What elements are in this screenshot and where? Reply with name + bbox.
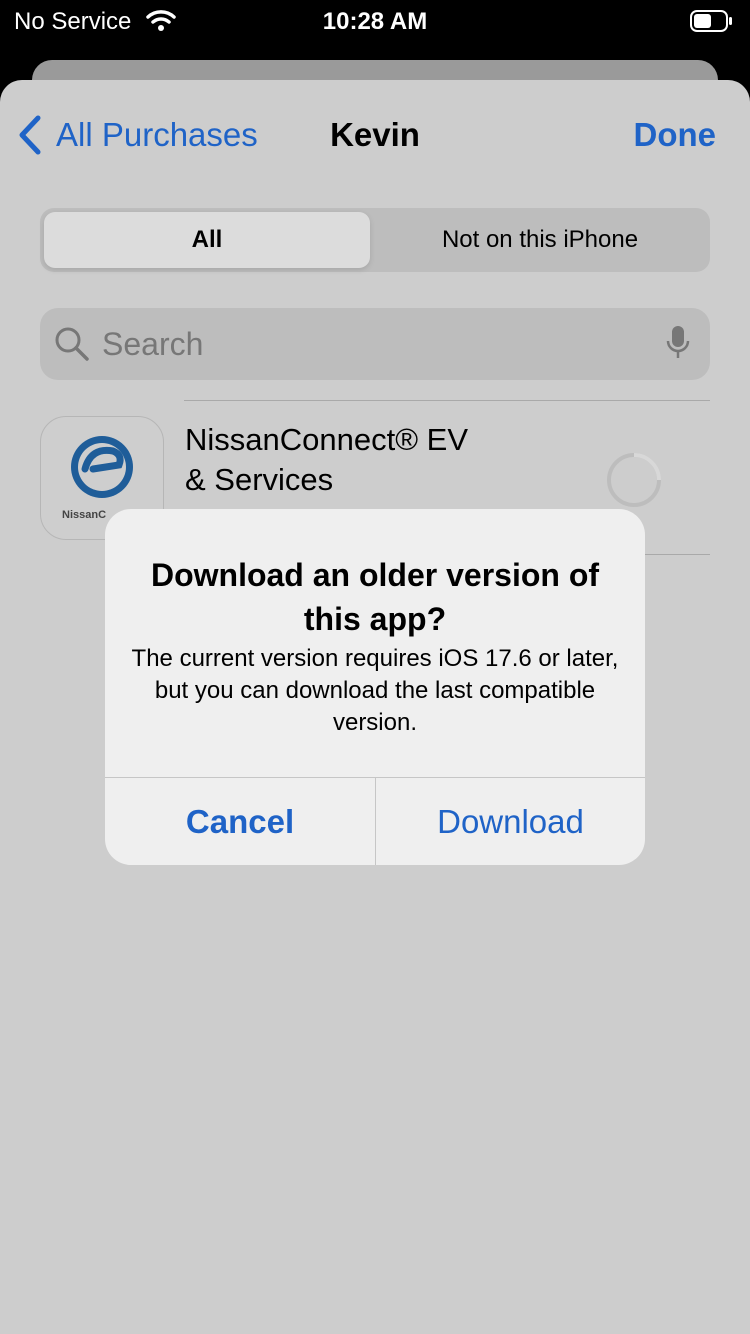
cancel-button[interactable]: Cancel: [105, 778, 375, 865]
done-button[interactable]: Done: [634, 116, 717, 154]
microphone-icon[interactable]: [666, 324, 690, 367]
alert-message: The current version requires iOS 17.6 or…: [131, 645, 619, 736]
list-divider: [184, 400, 710, 401]
clock: 10:28 AM: [322, 8, 428, 35]
segment-not-on-this-iphone[interactable]: Not on this iPhone: [374, 212, 706, 268]
download-button[interactable]: Download: [376, 778, 645, 865]
segment-all[interactable]: All: [44, 212, 370, 268]
app-name: NissanConnect® EV & Services: [185, 420, 585, 500]
app-name-line-1: NissanConnect® EV: [185, 422, 469, 457]
search-icon: [54, 326, 90, 367]
alert-title: Download an older version of this app?: [150, 557, 600, 637]
status-bar: No Service 10:28 AM: [0, 0, 750, 44]
loading-spinner-icon: [604, 450, 664, 515]
search-field[interactable]: Search: [40, 308, 710, 380]
segmented-control: All Not on this iPhone: [40, 208, 710, 272]
app-name-line-2: & Services: [185, 462, 334, 497]
app-icon-brand-text: NissanC: [62, 509, 107, 521]
battery-icon: [690, 10, 732, 32]
search-placeholder: Search: [102, 326, 204, 362]
alert-dialog: Download an older version of this app? T…: [105, 509, 645, 865]
